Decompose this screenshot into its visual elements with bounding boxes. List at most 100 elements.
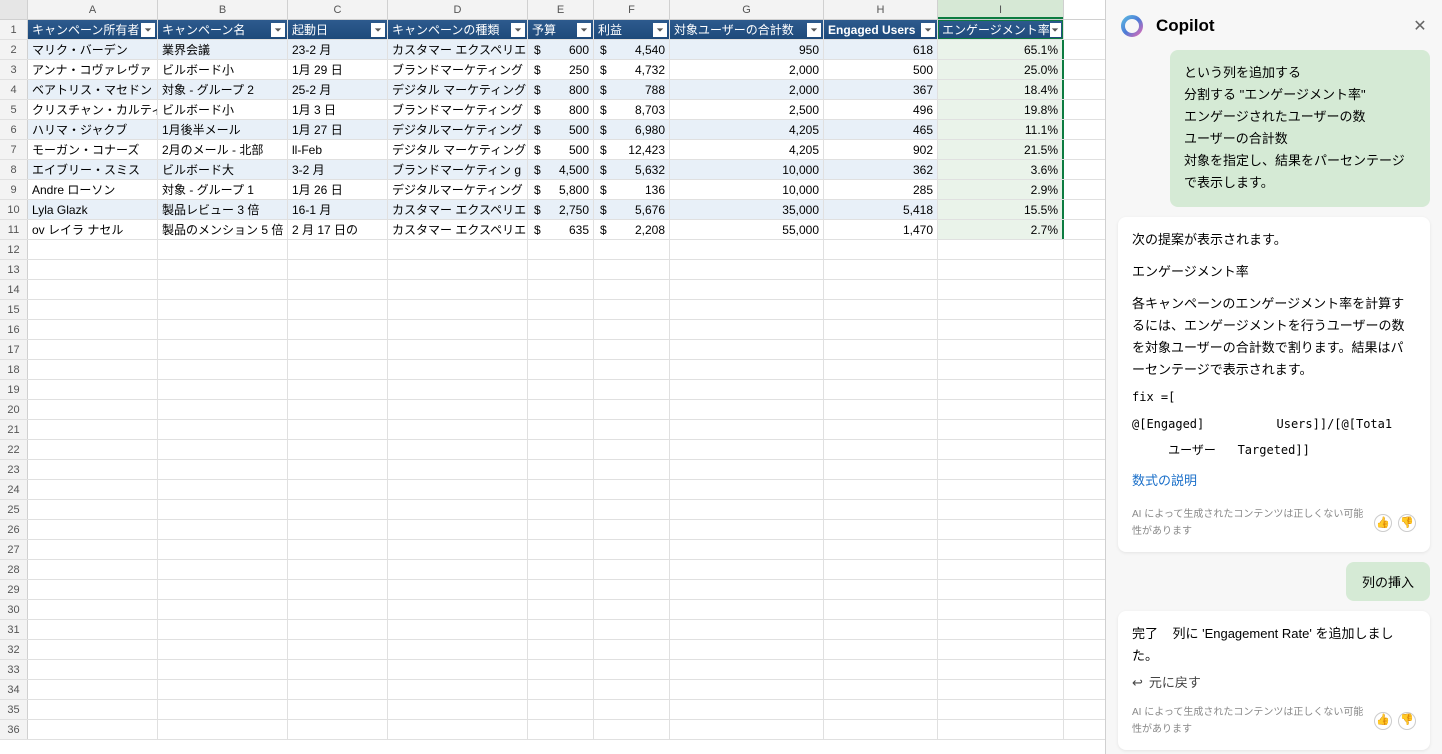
row-header[interactable]: 20 (0, 400, 28, 419)
empty-cell[interactable] (388, 380, 528, 399)
table-cell[interactable]: 15.5% (938, 200, 1064, 219)
table-header-cell[interactable]: 対象ユーザーの合計数 (670, 20, 824, 39)
empty-cell[interactable] (28, 400, 158, 419)
table-cell[interactable]: $4,540 (594, 40, 670, 59)
empty-cell[interactable] (594, 500, 670, 519)
empty-cell[interactable] (158, 460, 288, 479)
table-cell[interactable]: 55,000 (670, 220, 824, 239)
table-cell[interactable]: 18.4% (938, 80, 1064, 99)
empty-cell[interactable] (670, 240, 824, 259)
empty-cell[interactable] (388, 360, 528, 379)
table-cell[interactable]: クリスチャン・カルティエ (28, 100, 158, 119)
empty-cell[interactable] (824, 360, 938, 379)
empty-cell[interactable] (28, 380, 158, 399)
empty-cell[interactable] (388, 320, 528, 339)
filter-dropdown-icon[interactable] (511, 23, 525, 37)
table-cell[interactable]: 2,500 (670, 100, 824, 119)
empty-cell[interactable] (528, 680, 594, 699)
row-header[interactable]: 1 (0, 20, 28, 39)
empty-cell[interactable] (670, 380, 824, 399)
empty-cell[interactable] (388, 660, 528, 679)
empty-cell[interactable] (670, 400, 824, 419)
empty-cell[interactable] (824, 520, 938, 539)
table-cell[interactable]: 618 (824, 40, 938, 59)
empty-cell[interactable] (824, 540, 938, 559)
table-cell[interactable]: 362 (824, 160, 938, 179)
empty-cell[interactable] (670, 340, 824, 359)
empty-cell[interactable] (158, 480, 288, 499)
table-cell[interactable]: $600 (528, 40, 594, 59)
insert-column-button[interactable]: 列の挿入 (1346, 562, 1430, 601)
empty-cell[interactable] (388, 480, 528, 499)
table-cell[interactable]: ハリマ・ジャクブ (28, 120, 158, 139)
row-header[interactable]: 13 (0, 260, 28, 279)
column-header-H[interactable]: H (824, 0, 938, 19)
empty-cell[interactable] (388, 500, 528, 519)
table-cell[interactable]: 2.7% (938, 220, 1064, 239)
table-cell[interactable]: $250 (528, 60, 594, 79)
empty-cell[interactable] (158, 700, 288, 719)
empty-cell[interactable] (528, 280, 594, 299)
row-header[interactable]: 25 (0, 500, 28, 519)
empty-cell[interactable] (28, 640, 158, 659)
filter-dropdown-icon[interactable] (653, 23, 667, 37)
empty-cell[interactable] (388, 640, 528, 659)
empty-cell[interactable] (528, 640, 594, 659)
empty-cell[interactable] (28, 420, 158, 439)
table-cell[interactable]: カスタマー エクスペリエンス (388, 220, 528, 239)
empty-cell[interactable] (288, 720, 388, 739)
empty-cell[interactable] (28, 620, 158, 639)
row-header[interactable]: 14 (0, 280, 28, 299)
row-header[interactable]: 9 (0, 180, 28, 199)
table-cell[interactable]: $6,980 (594, 120, 670, 139)
table-cell[interactable]: $5,800 (528, 180, 594, 199)
table-header-cell[interactable]: 利益 (594, 20, 670, 39)
empty-cell[interactable] (824, 480, 938, 499)
table-cell[interactable]: 285 (824, 180, 938, 199)
empty-cell[interactable] (938, 260, 1064, 279)
empty-cell[interactable] (594, 260, 670, 279)
table-cell[interactable]: 19.8% (938, 100, 1064, 119)
empty-cell[interactable] (288, 360, 388, 379)
empty-cell[interactable] (288, 560, 388, 579)
empty-cell[interactable] (528, 480, 594, 499)
table-cell[interactable]: モーガン・コナーズ (28, 140, 158, 159)
empty-cell[interactable] (288, 540, 388, 559)
empty-cell[interactable] (28, 300, 158, 319)
table-cell[interactable]: $800 (528, 80, 594, 99)
empty-cell[interactable] (288, 680, 388, 699)
row-header[interactable]: 26 (0, 520, 28, 539)
row-header[interactable]: 21 (0, 420, 28, 439)
empty-cell[interactable] (938, 620, 1064, 639)
table-cell[interactable]: 2,000 (670, 80, 824, 99)
row-header[interactable]: 33 (0, 660, 28, 679)
empty-cell[interactable] (528, 420, 594, 439)
empty-cell[interactable] (158, 620, 288, 639)
empty-cell[interactable] (288, 520, 388, 539)
empty-cell[interactable] (388, 540, 528, 559)
table-cell[interactable]: ブランドマーケティング (388, 100, 528, 119)
empty-cell[interactable] (594, 700, 670, 719)
empty-cell[interactable] (594, 340, 670, 359)
row-header[interactable]: 34 (0, 680, 28, 699)
table-cell[interactable]: 2,000 (670, 60, 824, 79)
empty-cell[interactable] (938, 600, 1064, 619)
empty-cell[interactable] (28, 680, 158, 699)
row-header[interactable]: 11 (0, 220, 28, 239)
row-header[interactable]: 30 (0, 600, 28, 619)
empty-cell[interactable] (670, 280, 824, 299)
table-cell[interactable]: カスタマー エクスペリエンス (388, 200, 528, 219)
empty-cell[interactable] (28, 280, 158, 299)
table-cell[interactable]: 1,470 (824, 220, 938, 239)
table-cell[interactable]: 3.6% (938, 160, 1064, 179)
empty-cell[interactable] (824, 700, 938, 719)
empty-cell[interactable] (28, 260, 158, 279)
empty-cell[interactable] (670, 300, 824, 319)
empty-cell[interactable] (528, 600, 594, 619)
empty-cell[interactable] (670, 260, 824, 279)
row-header[interactable]: 19 (0, 380, 28, 399)
empty-cell[interactable] (594, 620, 670, 639)
empty-cell[interactable] (158, 340, 288, 359)
empty-cell[interactable] (528, 260, 594, 279)
row-header[interactable]: 10 (0, 200, 28, 219)
